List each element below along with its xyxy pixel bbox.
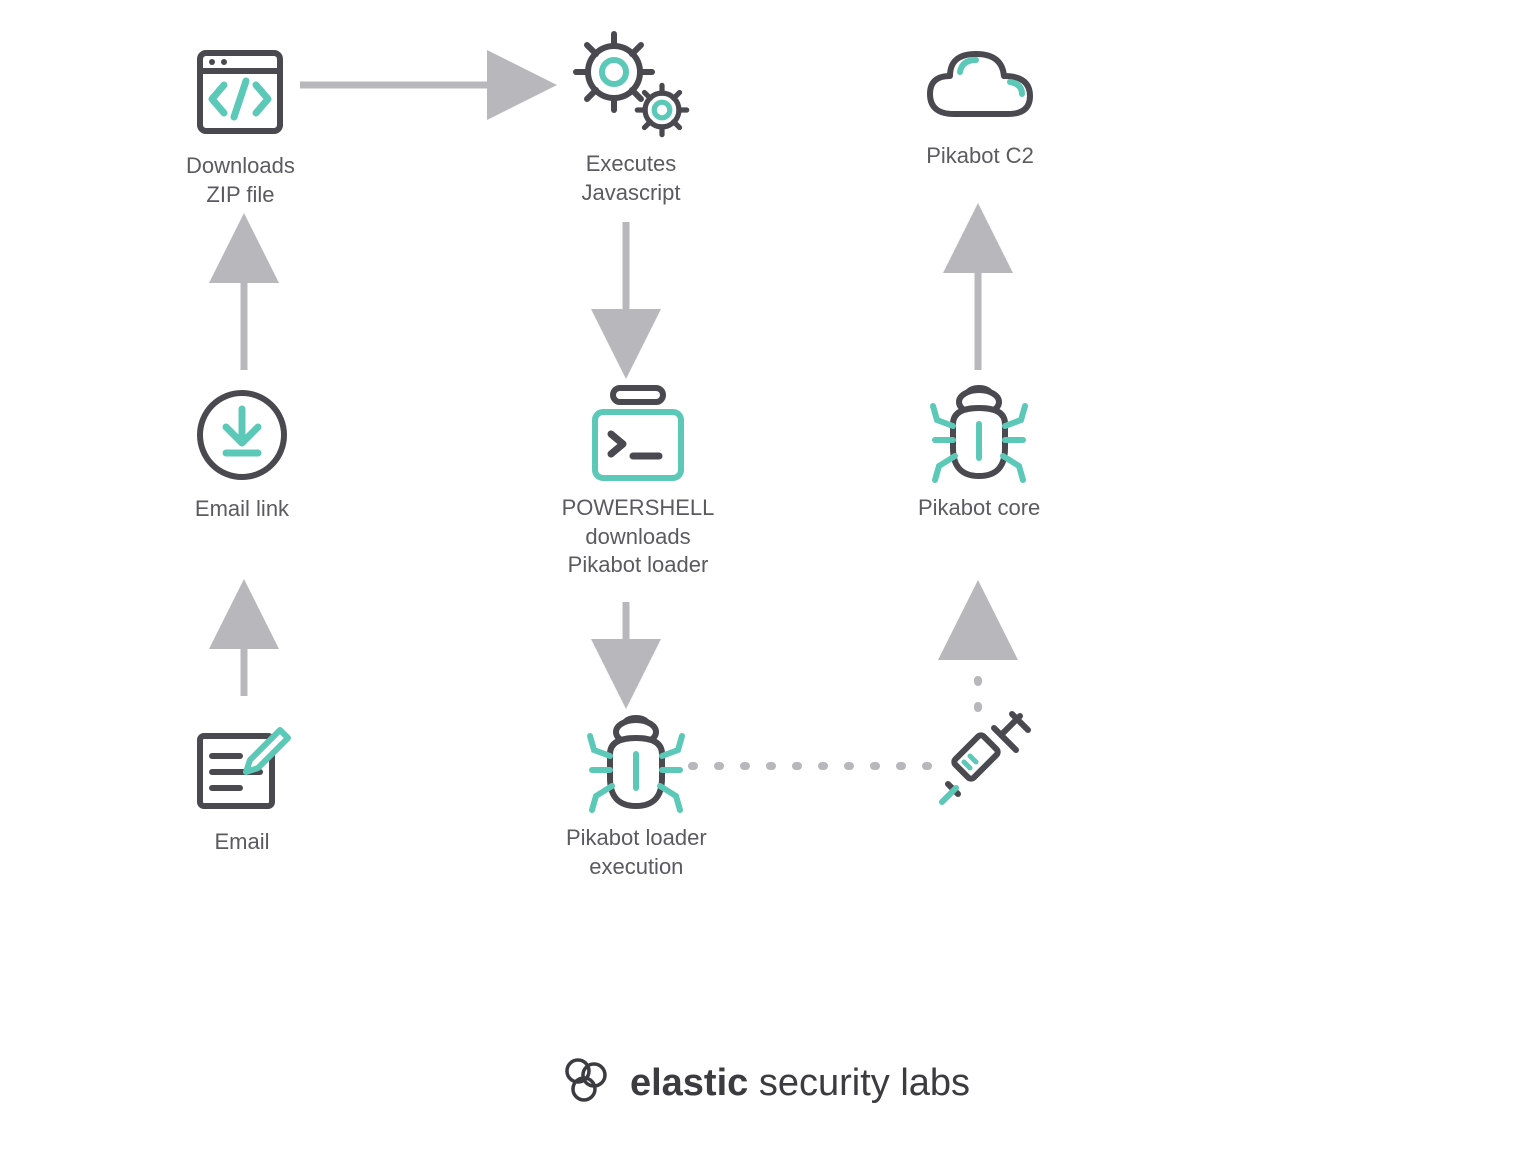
node-powershell: POWERSHELL downloads Pikabot loader	[548, 384, 728, 580]
terminal-icon	[583, 384, 693, 484]
node-syringe	[924, 712, 1034, 822]
node-email: Email	[192, 718, 292, 857]
footer-logo: elastic security labs	[558, 1053, 970, 1114]
pikabot-c2-label: Pikabot C2	[926, 142, 1034, 171]
node-pikabot-core: Pikabot core	[918, 384, 1040, 523]
gears-icon	[566, 30, 696, 140]
node-executes-js: Executes Javascript	[566, 30, 696, 207]
footer-brand-bold: elastic	[630, 1062, 748, 1104]
node-pikabot-loader: Pikabot loader execution	[566, 714, 707, 881]
bug-icon	[919, 384, 1039, 484]
node-pikabot-c2: Pikabot C2	[920, 42, 1040, 171]
bug-icon	[576, 714, 696, 814]
cloud-icon	[920, 42, 1040, 132]
downloads-zip-label: Downloads ZIP file	[186, 152, 295, 209]
powershell-label: POWERSHELL downloads Pikabot loader	[548, 494, 728, 580]
pikabot-loader-label: Pikabot loader execution	[566, 824, 707, 881]
syringe-icon	[924, 712, 1034, 822]
email-link-label: Email link	[195, 495, 289, 524]
node-downloads-zip: Downloads ZIP file	[186, 42, 295, 209]
email-label: Email	[214, 828, 269, 857]
footer-text: elastic security labs	[630, 1062, 970, 1105]
executes-js-label: Executes Javascript	[581, 150, 680, 207]
elastic-cluster-icon	[558, 1053, 614, 1114]
download-circle-icon	[192, 385, 292, 485]
email-icon	[192, 718, 292, 818]
code-file-icon	[190, 42, 290, 142]
pikabot-core-label: Pikabot core	[918, 494, 1040, 523]
diagram-container: Email Email link Download	[0, 0, 1528, 1174]
footer-brand-rest: security labs	[748, 1062, 970, 1104]
node-email-link: Email link	[192, 385, 292, 524]
